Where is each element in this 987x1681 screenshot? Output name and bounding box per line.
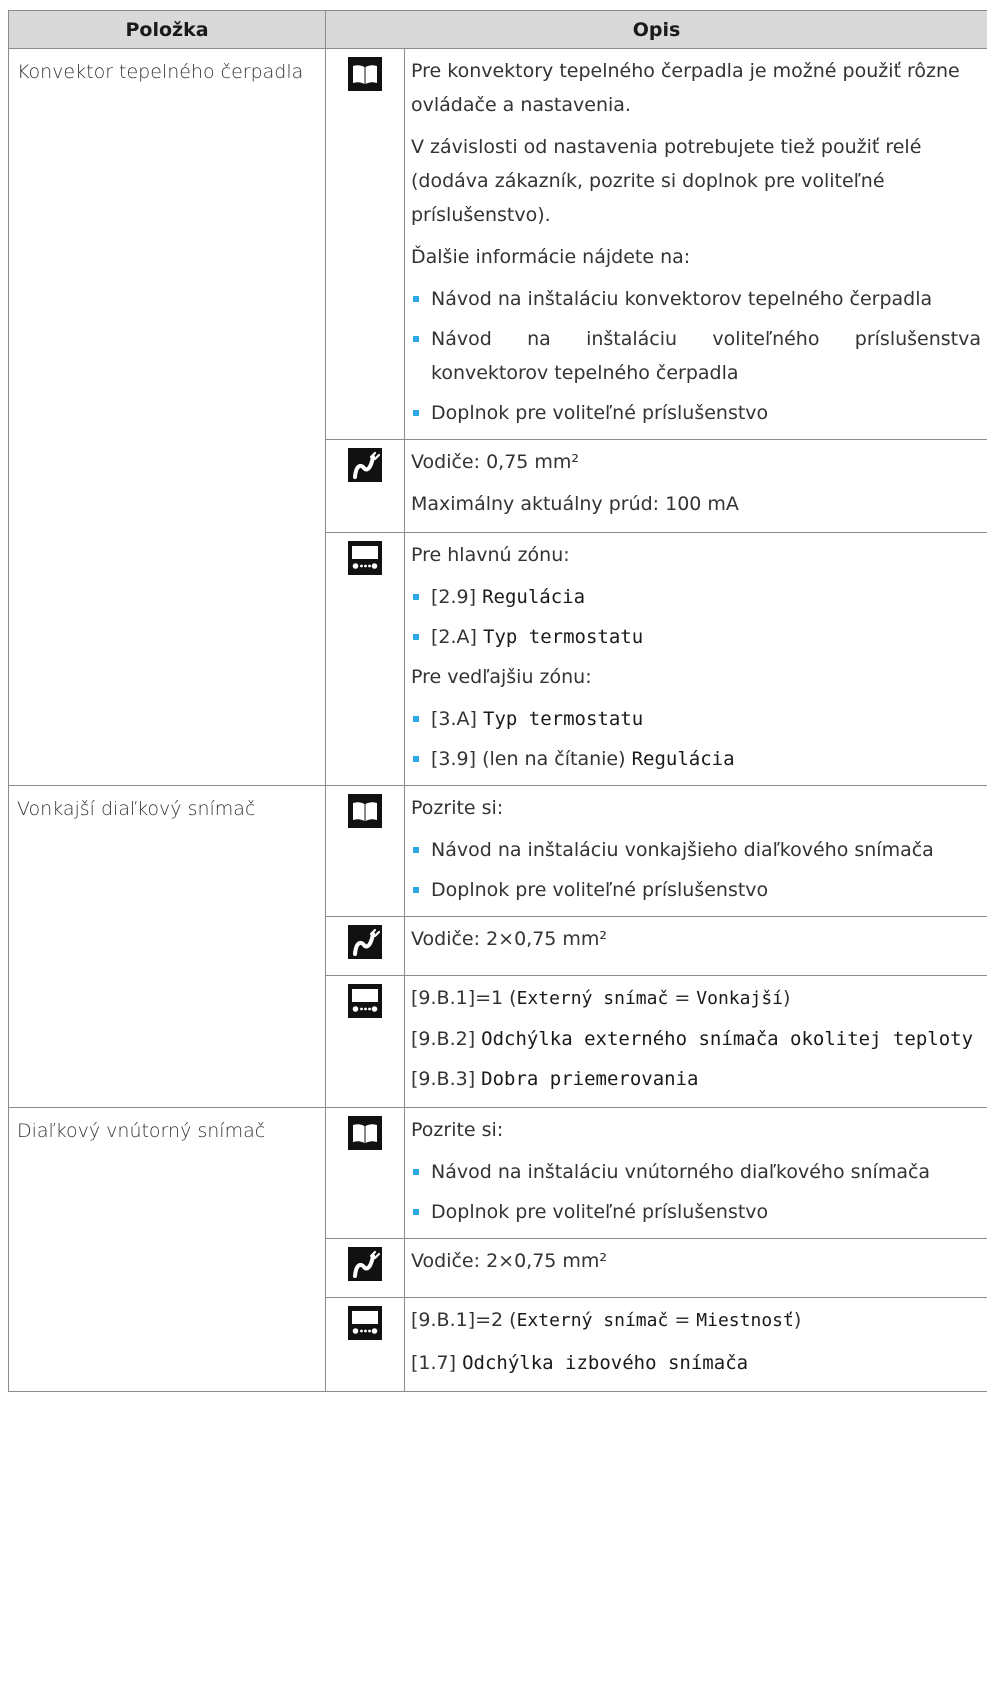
icon-cell	[325, 1297, 405, 1392]
wire-icon	[348, 925, 382, 959]
setting-name: Externý snímač	[516, 988, 669, 1009]
wire-icon	[348, 448, 382, 482]
book-icon	[348, 57, 382, 91]
document-page: Položka Opis Konvektor tepelného čerpadl…	[0, 0, 987, 1681]
text-paragraph: Ďalšie informácie nájdete na:	[411, 246, 691, 268]
list-item: Doplnok pre voliteľné príslušenstvo	[411, 396, 981, 430]
text-paragraph: Pre hlavnú zónu:	[411, 544, 570, 566]
text-paragraph: V závislosti od nastavenia potrebujete t…	[411, 136, 922, 226]
column-header-item: Položka	[8, 10, 326, 49]
setting-code: [9.B.1]=2 (	[411, 1309, 517, 1331]
description-wiring: Vodiče: 2×0,75 mm²	[403, 916, 987, 976]
user-interface-icon	[348, 541, 382, 575]
setting-name: Regulácia	[631, 748, 735, 770]
setting-code: [2.9]	[431, 586, 477, 608]
table-row: Diaľkový vnútorný snímač Pozrite si: Náv…	[8, 1107, 987, 1392]
setting-line: [1.7] Odchýlka izbového snímača	[411, 1346, 981, 1380]
text-paragraph: Pre konvektory tepelného čerpadla je mož…	[411, 60, 960, 116]
description-manual: Pre konvektory tepelného čerpadla je mož…	[403, 48, 987, 440]
icon-cell	[325, 48, 405, 440]
setting-line: [9.B.2] Odchýlka externého snímača okoli…	[411, 1024, 981, 1054]
text-paragraph: Vodiče: 2×0,75 mm²	[411, 928, 608, 950]
description-settings: Pre hlavnú zónu: [2.9] Regulácia [2.A] T…	[403, 532, 987, 786]
item-name-indoor-sensor: Diaľkový vnútorný snímač	[8, 1107, 326, 1392]
setting-code: [9.B.2]	[411, 1028, 482, 1050]
description-wiring: Vodiče: 2×0,75 mm²	[403, 1238, 987, 1298]
equals-sign: =	[668, 987, 697, 1009]
description-manual: Pozrite si: Návod na inštaláciu vnútorné…	[403, 1107, 987, 1239]
icon-cell	[325, 916, 405, 976]
list-item: [3.A] Typ termostatu	[411, 702, 981, 736]
description-wiring: Vodiče: 0,75 mm² Maximálny aktuálny prúd…	[403, 439, 987, 533]
setting-value: Vonkajší	[696, 988, 783, 1009]
icon-cell	[325, 785, 405, 917]
equals-sign: =	[668, 1309, 697, 1331]
table-row: Konvektor tepelného čerpadla Pre konvekt…	[8, 48, 987, 786]
icon-cell	[325, 439, 405, 533]
text-paragraph: Vodiče: 0,75 mm²	[411, 451, 580, 473]
text-paragraph: Pozrite si:	[411, 797, 504, 819]
setting-name: Regulácia	[482, 586, 586, 608]
setting-line: [9.B.3] Dobra priemerovania	[411, 1062, 981, 1096]
setting-code: [1.7]	[411, 1352, 463, 1374]
setting-name: Dobra priemerovania	[481, 1068, 699, 1090]
list-item: Návod na inštaláciu vonkajšieho diaľkové…	[411, 833, 981, 867]
user-interface-icon	[348, 984, 382, 1018]
column-header-description: Opis	[324, 10, 987, 49]
list-item: [2.9] Regulácia	[411, 580, 981, 614]
setting-code: [3.9] (len na čítanie)	[431, 748, 626, 770]
icon-cell	[325, 975, 405, 1108]
text-paragraph: Maximálny aktuálny prúd: 100 mA	[411, 493, 739, 515]
list-item: Návod na inštaláciu voliteľného prísluše…	[411, 322, 981, 390]
list-item: [2.A] Typ termostatu	[411, 620, 981, 654]
description-settings: [9.B.1]=2 (Externý snímač = Miestnosť) […	[403, 1297, 987, 1392]
setting-code: [9.B.1]=1 (	[411, 987, 517, 1009]
table-row: Vonkajší diaľkový snímač Pozrite si: Náv…	[8, 785, 987, 1108]
setting-name: Typ termostatu	[483, 626, 644, 648]
setting-code: [3.A]	[431, 708, 477, 730]
icon-cell	[325, 532, 405, 786]
text-paragraph: Vodiče: 2×0,75 mm²	[411, 1250, 608, 1272]
closing-paren: )	[783, 987, 791, 1009]
list-item: Návod na inštaláciu konvektorov tepelnéh…	[411, 282, 981, 316]
setting-line: [9.B.1]=2 (Externý snímač = Miestnosť)	[411, 1303, 981, 1338]
item-name-convector: Konvektor tepelného čerpadla	[8, 48, 326, 786]
icon-cell	[325, 1238, 405, 1298]
setting-code: [9.B.3]	[411, 1068, 482, 1090]
wire-icon	[348, 1247, 382, 1281]
spec-table: Položka Opis Konvektor tepelného čerpadl…	[8, 10, 987, 1392]
user-interface-icon	[348, 1306, 382, 1340]
text-paragraph: Pre vedľajšiu zónu:	[411, 666, 592, 688]
setting-value: Miestnosť	[696, 1310, 794, 1331]
list-item: Návod na inštaláciu vnútorného diaľkovéh…	[411, 1155, 981, 1189]
list-item: [3.9] (len na čítanie) Regulácia	[411, 742, 981, 776]
list-item: Doplnok pre voliteľné príslušenstvo	[411, 873, 981, 907]
description-settings: [9.B.1]=1 (Externý snímač = Vonkajší) [9…	[403, 975, 987, 1108]
book-icon	[348, 1116, 382, 1150]
list-item: Doplnok pre voliteľné príslušenstvo	[411, 1195, 981, 1229]
setting-name: Typ termostatu	[483, 708, 644, 730]
setting-name: Odchýlka izbového snímača	[462, 1352, 749, 1374]
closing-paren: )	[793, 1309, 802, 1331]
book-icon	[348, 794, 382, 828]
icon-cell	[325, 1107, 405, 1239]
setting-code: [2.A]	[431, 626, 477, 648]
setting-line: [9.B.1]=1 (Externý snímač = Vonkajší)	[411, 981, 981, 1016]
item-name-outdoor-sensor: Vonkajší diaľkový snímač	[8, 785, 326, 1108]
setting-name: Odchýlka externého snímača okolitej tepl…	[481, 1028, 974, 1050]
table-header-row: Položka Opis	[8, 10, 987, 49]
text-paragraph: Pozrite si:	[411, 1119, 504, 1141]
description-manual: Pozrite si: Návod na inštaláciu vonkajši…	[403, 785, 987, 917]
setting-name: Externý snímač	[516, 1310, 669, 1331]
